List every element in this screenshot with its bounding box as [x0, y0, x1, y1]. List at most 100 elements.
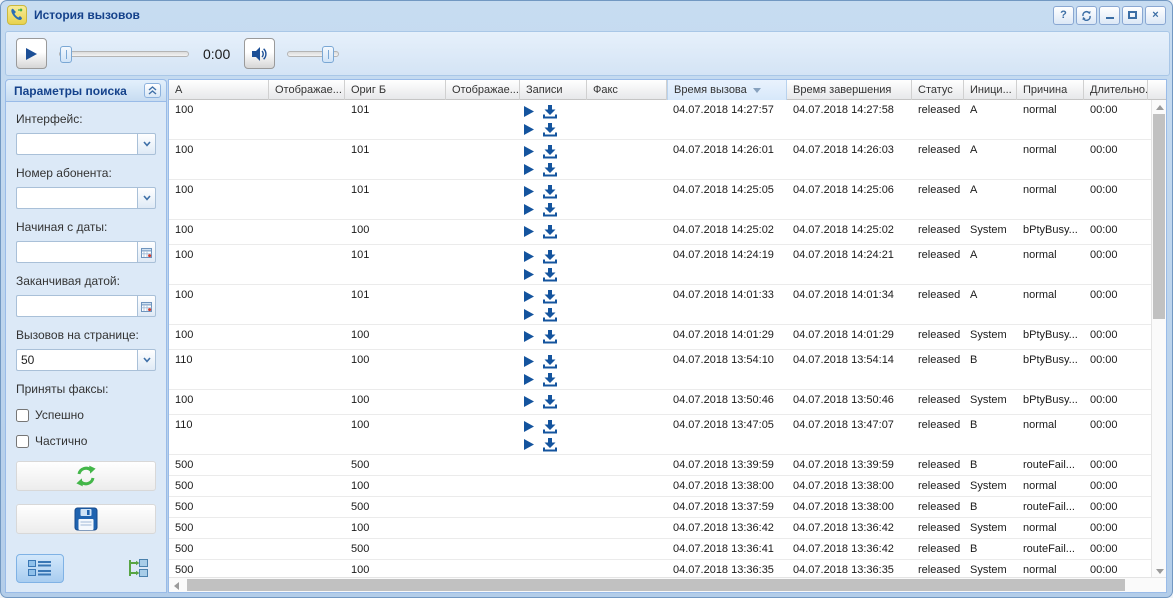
table-row[interactable]: 100 100 04.07.2018 14:01:29 04.07.2018 14:0… [169, 325, 1152, 350]
download-record-icon[interactable] [543, 289, 557, 304]
start-date-input[interactable] [16, 241, 137, 263]
play-record-icon[interactable] [524, 186, 534, 197]
progress-slider[interactable] [59, 45, 189, 63]
download-record-icon[interactable] [543, 354, 557, 369]
download-record-icon[interactable] [543, 329, 557, 344]
play-record-icon[interactable] [524, 124, 534, 135]
table-row[interactable]: 500 100 04.07.2018 13:36:42 04.07.2018 13:3… [169, 518, 1152, 539]
table-row[interactable]: 100 101 04.07.2018 14:27:57 04.07.2018 14:2… [169, 100, 1152, 140]
save-button[interactable] [16, 504, 156, 534]
column-header-fax[interactable]: Факс [587, 80, 667, 100]
play-record-icon[interactable] [524, 309, 534, 320]
play-record-icon[interactable] [524, 396, 534, 407]
table-row[interactable]: 110 100 04.07.2018 13:47:05 04.07.2018 13:4… [169, 415, 1152, 455]
per-page-input[interactable] [16, 349, 137, 371]
play-record-icon[interactable] [524, 226, 534, 237]
play-record-icon[interactable] [524, 291, 534, 302]
refresh-icon[interactable] [1076, 5, 1097, 25]
progress-slider-thumb[interactable] [60, 45, 72, 63]
play-record-icon[interactable] [524, 356, 534, 367]
download-record-icon[interactable] [543, 202, 557, 217]
download-record-icon[interactable] [543, 184, 557, 199]
fax-success-checkbox[interactable] [16, 408, 29, 422]
vertical-scrollbar-thumb[interactable] [1153, 114, 1165, 319]
download-record-icon[interactable] [543, 249, 557, 264]
download-record-icon[interactable] [543, 122, 557, 137]
scroll-left-icon[interactable] [174, 582, 179, 590]
download-record-icon[interactable] [543, 307, 557, 322]
end-date-calendar-icon[interactable] [137, 295, 156, 317]
play-record-icon[interactable] [524, 251, 534, 262]
cell-b: 101 [351, 289, 370, 301]
list-view-button[interactable] [16, 554, 64, 583]
horizontal-scrollbar-thumb[interactable] [187, 579, 1125, 591]
table-row[interactable]: 100 100 04.07.2018 13:50:46 04.07.2018 13:5… [169, 390, 1152, 415]
column-header-b_disp[interactable]: Отображае... [446, 80, 520, 100]
column-header-a[interactable]: А [169, 80, 269, 100]
collapse-icon[interactable] [144, 83, 161, 98]
column-header-b[interactable]: Ориг Б [345, 80, 446, 100]
cell-time_start: 04.07.2018 14:26:01 [673, 144, 774, 156]
per-page-dropdown-icon[interactable] [137, 349, 156, 371]
play-record-icon[interactable] [524, 164, 534, 175]
column-header-time_start[interactable]: Время вызова [667, 80, 787, 100]
table-row[interactable]: 100 101 04.07.2018 14:24:19 04.07.2018 14:2… [169, 245, 1152, 285]
play-button[interactable] [16, 38, 47, 69]
play-record-icon[interactable] [524, 146, 534, 157]
column-header-a_disp[interactable]: Отображае... [269, 80, 345, 100]
horizontal-scrollbar[interactable] [169, 577, 1166, 592]
close-icon[interactable]: × [1145, 5, 1166, 25]
vertical-scrollbar[interactable] [1151, 100, 1166, 579]
table-row[interactable]: 500 500 04.07.2018 13:36:41 04.07.2018 13:3… [169, 539, 1152, 560]
table-row[interactable]: 100 100 04.07.2018 14:25:02 04.07.2018 14:2… [169, 220, 1152, 245]
download-record-icon[interactable] [543, 224, 557, 239]
maximize-icon[interactable] [1122, 5, 1143, 25]
table-row[interactable]: 100 101 04.07.2018 14:25:05 04.07.2018 14:2… [169, 180, 1152, 220]
end-date-input[interactable] [16, 295, 137, 317]
fax-partial-checkbox[interactable] [16, 434, 29, 448]
column-header-records[interactable]: Записи [520, 80, 587, 100]
column-header-reason[interactable]: Причина [1017, 80, 1084, 100]
column-header-initiator[interactable]: Иници... [964, 80, 1017, 100]
subscriber-input[interactable] [16, 187, 137, 209]
play-record-icon[interactable] [524, 374, 534, 385]
table-row[interactable]: 500 500 04.07.2018 13:37:59 04.07.2018 13:3… [169, 497, 1152, 518]
scroll-down-icon[interactable] [1156, 569, 1164, 574]
column-header-duration[interactable]: Длительно... [1084, 80, 1148, 100]
volume-slider[interactable] [287, 45, 340, 63]
scroll-up-icon[interactable] [1156, 105, 1164, 110]
play-record-icon[interactable] [524, 269, 534, 280]
title-bar[interactable]: История вызовов ? × [1, 1, 1172, 29]
column-header-status[interactable]: Статус [912, 80, 964, 100]
interface-input[interactable] [16, 133, 137, 155]
volume-slider-thumb[interactable] [322, 45, 335, 63]
download-record-icon[interactable] [543, 372, 557, 387]
play-record-icon[interactable] [524, 106, 534, 117]
download-record-icon[interactable] [543, 267, 557, 282]
table-row[interactable]: 500 500 04.07.2018 13:39:59 04.07.2018 13:3… [169, 455, 1152, 476]
play-record-icon[interactable] [524, 421, 534, 432]
minimize-icon[interactable] [1099, 5, 1120, 25]
volume-button[interactable] [244, 38, 276, 69]
table-row[interactable]: 100 101 04.07.2018 14:01:33 04.07.2018 14:0… [169, 285, 1152, 325]
download-record-icon[interactable] [543, 394, 557, 409]
download-record-icon[interactable] [543, 162, 557, 177]
column-header-time_end[interactable]: Время завершения [787, 80, 912, 100]
play-record-icon[interactable] [524, 331, 534, 342]
tree-view-button[interactable] [122, 554, 152, 583]
table-row[interactable]: 500 100 04.07.2018 13:38:00 04.07.2018 13:3… [169, 476, 1152, 497]
table-row[interactable]: 100 101 04.07.2018 14:26:01 04.07.2018 14:2… [169, 140, 1152, 180]
download-record-icon[interactable] [543, 104, 557, 119]
download-record-icon[interactable] [543, 419, 557, 434]
cell-a_disp [269, 180, 345, 219]
download-record-icon[interactable] [543, 144, 557, 159]
refresh-search-button[interactable] [16, 461, 156, 491]
table-row[interactable]: 110 100 04.07.2018 13:54:10 04.07.2018 13:5… [169, 350, 1152, 390]
play-record-icon[interactable] [524, 204, 534, 215]
help-icon[interactable]: ? [1053, 5, 1074, 25]
interface-dropdown-icon[interactable] [137, 133, 156, 155]
play-record-icon[interactable] [524, 439, 534, 450]
download-record-icon[interactable] [543, 437, 557, 452]
subscriber-dropdown-icon[interactable] [137, 187, 156, 209]
start-date-calendar-icon[interactable] [137, 241, 156, 263]
